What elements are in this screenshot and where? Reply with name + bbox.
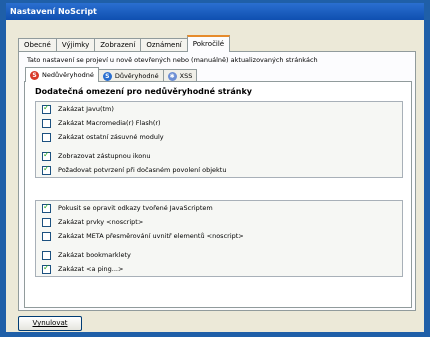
plugin-options-group: Zakázat Javu(tm) Zakázat Macromedia(r) F… — [35, 101, 403, 178]
option-label: Zakázat META přesměrování uvnitř element… — [58, 232, 244, 240]
option-disable-a-ping[interactable]: Zakázat <a ping...> — [36, 262, 402, 276]
reset-button[interactable]: Vynulovat — [18, 316, 82, 331]
checkbox[interactable] — [42, 250, 51, 260]
option-label: Zobrazovat zástupnou ikonu — [58, 152, 151, 160]
checkbox[interactable] — [42, 164, 51, 175]
checkbox[interactable] — [42, 231, 51, 241]
advanced-panel: Tato nastavení se projeví u nově otevřen… — [18, 51, 416, 311]
main-tabs: Obecné Výjimky Zobrazení Oznámení Pokroč… — [18, 35, 231, 52]
option-disable-meta-redirect[interactable]: Zakázat META přesměrování uvnitř element… — [36, 229, 402, 243]
option-label: Zakázat prvky <noscript> — [58, 218, 144, 226]
option-disable-flash[interactable]: Zakázat Macromedia(r) Flash(r) — [36, 116, 402, 130]
option-show-placeholder[interactable]: Zobrazovat zástupnou ikonu — [36, 149, 402, 163]
checkbox[interactable] — [42, 263, 51, 274]
sub-tabs: S Nedůvěryhodné S Důvěryhodné ✱ XSS — [25, 67, 198, 82]
option-fix-js-links[interactable]: Pokusit se opravit odkazy tvořené JavaSc… — [36, 201, 402, 215]
trusted-icon: S — [102, 71, 112, 81]
option-label: Zakázat bookmarklety — [58, 251, 131, 259]
checkbox[interactable] — [42, 118, 51, 128]
checkbox[interactable] — [42, 217, 51, 227]
option-disable-java[interactable]: Zakázat Javu(tm) — [36, 102, 402, 116]
desktop-frame: Nastavení NoScript Obecné Výjimky Zobraz… — [0, 0, 430, 337]
option-disable-plugins[interactable]: Zakázat ostatní zásuvné moduly — [36, 130, 402, 144]
tab-vyjimky[interactable]: Výjimky — [55, 38, 96, 52]
xss-icon: ✱ — [167, 71, 177, 81]
subtab-untrusted-label: Nedůvěryhodné — [42, 71, 94, 79]
option-label: Zakázat Macromedia(r) Flash(r) — [58, 119, 161, 127]
section-heading: Dodatečná omezení pro nedůvěryhodné strá… — [35, 87, 252, 96]
tab-pokrocile[interactable]: Pokročilé — [186, 35, 231, 52]
window-title: Nastavení NoScript — [6, 3, 424, 20]
option-disable-bookmarklets[interactable]: Zakázat bookmarklety — [36, 248, 402, 262]
script-options-group: Pokusit se opravit odkazy tvořené JavaSc… — [35, 200, 403, 277]
checkbox[interactable] — [42, 202, 51, 213]
checkbox[interactable] — [42, 103, 51, 114]
option-label: Požadovat potvrzení při dočasném povolen… — [58, 166, 227, 174]
option-label: Pokusit se opravit odkazy tvořené JavaSc… — [58, 204, 213, 212]
checkbox[interactable] — [42, 132, 51, 142]
dialog-window: Obecné Výjimky Zobrazení Oznámení Pokroč… — [6, 20, 424, 332]
option-disable-noscript[interactable]: Zakázat prvky <noscript> — [36, 215, 402, 229]
intro-text: Tato nastavení se projeví u nově otevřen… — [27, 56, 318, 64]
untrusted-icon: S — [30, 70, 39, 80]
untrusted-settings: Dodatečná omezení pro nedůvěryhodné strá… — [24, 81, 412, 308]
option-label: Zakázat <a ping...> — [58, 265, 124, 273]
option-label: Zakázat ostatní zásuvné moduly — [58, 133, 164, 141]
tab-obecne[interactable]: Obecné — [18, 38, 57, 52]
tab-oznameni[interactable]: Oznámení — [140, 38, 188, 52]
subtab-untrusted[interactable]: S Nedůvěryhodné — [25, 67, 99, 82]
option-label: Zakázat Javu(tm) — [58, 105, 114, 113]
tab-zobrazeni[interactable]: Zobrazení — [94, 38, 142, 52]
checkbox[interactable] — [42, 150, 51, 161]
option-ask-confirmation[interactable]: Požadovat potvrzení při dočasném povolen… — [36, 163, 402, 177]
